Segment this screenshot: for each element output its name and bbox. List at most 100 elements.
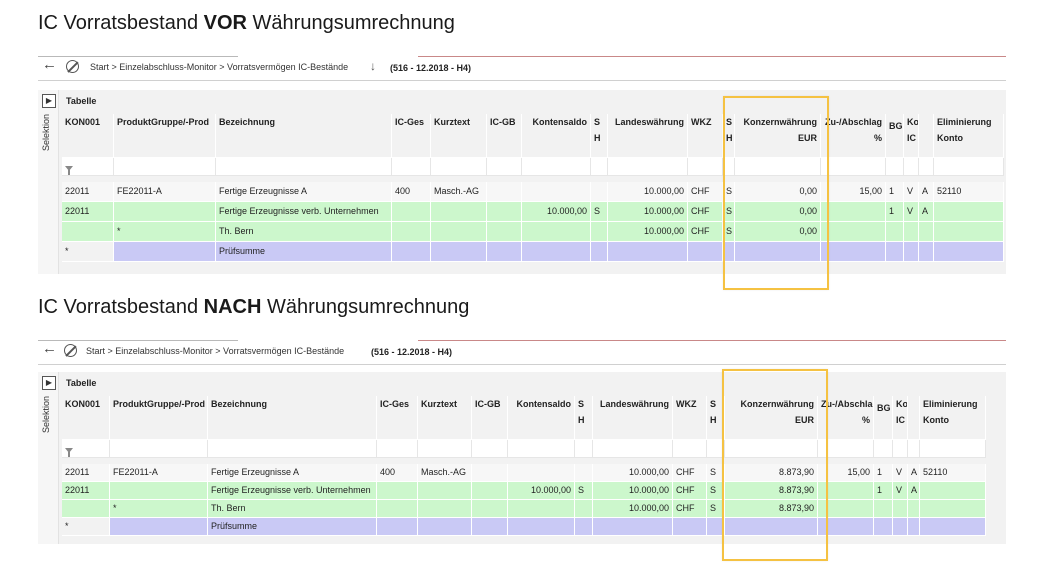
table-cell-landeswaehrung[interactable]: 10.000,00: [593, 482, 673, 500]
table-cell-konto-flag[interactable]: [908, 518, 920, 536]
filter-cell[interactable]: [725, 440, 818, 458]
column-header-konzernwaehrung[interactable]: Konzernwährung EUR: [735, 114, 821, 158]
table-cell-konzernwaehrung[interactable]: [735, 242, 821, 262]
table-cell-kurztext[interactable]: Masch.-AG: [418, 464, 472, 482]
table-cell-ic-ges[interactable]: [392, 242, 431, 262]
cancel-icon[interactable]: [64, 344, 77, 357]
table-cell-ic-ges[interactable]: 400: [377, 464, 418, 482]
table-cell-sh[interactable]: [591, 222, 608, 242]
selection-toggle-icon[interactable]: ▶: [42, 376, 56, 390]
table-cell-sh2[interactable]: S: [707, 500, 725, 518]
filter-cell[interactable]: [920, 440, 986, 458]
column-header-bg[interactable]: BG: [886, 114, 904, 158]
filter-cell[interactable]: [62, 158, 114, 176]
filter-cell[interactable]: [392, 158, 431, 176]
column-header-landeswaehrung[interactable]: Landeswährung: [608, 114, 688, 158]
table-cell-bg[interactable]: [886, 222, 904, 242]
filter-cell[interactable]: [208, 440, 377, 458]
table-cell-ic-ges[interactable]: [377, 482, 418, 500]
table-cell-ic-ges[interactable]: [377, 500, 418, 518]
table-cell-konzernwaehrung[interactable]: [725, 518, 818, 536]
table-cell-ic-gb[interactable]: [472, 464, 508, 482]
table-cell-konto-flag[interactable]: A: [908, 482, 920, 500]
filter-cell[interactable]: [472, 440, 508, 458]
table-cell-kontensaldo[interactable]: [508, 518, 575, 536]
table-cell-kon001[interactable]: 22011: [62, 464, 110, 482]
column-header-produktgruppe[interactable]: ProduktGruppe/-Prod: [114, 114, 216, 158]
filter-cell[interactable]: [818, 440, 874, 458]
table-cell-produktgruppe[interactable]: *: [110, 500, 208, 518]
column-header-ic-gb[interactable]: IC-GB: [472, 396, 508, 440]
column-header-zu-abschlag[interactable]: Zu-/Abschlag%: [821, 114, 886, 158]
table-cell-kontensaldo[interactable]: [522, 222, 591, 242]
column-header-landeswaehrung[interactable]: Landeswährung: [593, 396, 673, 440]
table-cell-bezeichnung[interactable]: Fertige Erzeugnisse A: [216, 182, 392, 202]
table-cell-sh2[interactable]: S: [723, 182, 735, 202]
column-header-kontensaldo[interactable]: Kontensaldo: [508, 396, 575, 440]
filter-cell[interactable]: [673, 440, 707, 458]
selection-label[interactable]: Selektion: [41, 396, 51, 433]
table-cell-wkz[interactable]: CHF: [688, 222, 723, 242]
selection-label[interactable]: Selektion: [41, 114, 51, 151]
column-header-kurztext[interactable]: Kurztext: [418, 396, 472, 440]
table-cell-landeswaehrung[interactable]: 10.000,00: [608, 222, 688, 242]
table-cell-eliminierung-konto[interactable]: [920, 518, 986, 536]
filter-cell[interactable]: [723, 158, 735, 176]
table-cell-produktgruppe[interactable]: FE22011-A: [110, 464, 208, 482]
table-cell-eliminierung-konto[interactable]: [934, 242, 1004, 262]
table-cell-produktgruppe[interactable]: [110, 482, 208, 500]
table-cell-zu-abschlag[interactable]: [821, 222, 886, 242]
table-cell-kontensaldo[interactable]: 10.000,00: [522, 202, 591, 222]
table-cell-sh2[interactable]: [723, 242, 735, 262]
table-cell-ic[interactable]: [893, 518, 908, 536]
table-cell-sh2[interactable]: S: [707, 482, 725, 500]
table-cell-wkz[interactable]: CHF: [688, 182, 723, 202]
filter-cell[interactable]: [418, 440, 472, 458]
table-cell-kon001[interactable]: 22011: [62, 482, 110, 500]
table-cell-konto-flag[interactable]: [908, 500, 920, 518]
table-cell-produktgruppe[interactable]: [114, 202, 216, 222]
column-header-bezeichnung[interactable]: Bezeichnung: [208, 396, 377, 440]
back-arrow-icon[interactable]: ←: [42, 57, 57, 72]
column-header-kurztext[interactable]: Kurztext: [431, 114, 487, 158]
table-cell-sh[interactable]: S: [575, 482, 593, 500]
table-cell-ic-gb[interactable]: [472, 518, 508, 536]
table-cell-ic-ges[interactable]: [392, 202, 431, 222]
table-cell-wkz[interactable]: [688, 242, 723, 262]
table-cell-zu-abschlag[interactable]: 15,00: [818, 464, 874, 482]
column-header-zu-abschlag[interactable]: Zu-/Abschlag%: [818, 396, 874, 440]
table-cell-ic[interactable]: [893, 500, 908, 518]
column-header-bezeichnung[interactable]: Bezeichnung: [216, 114, 392, 158]
table-cell-produktgruppe[interactable]: *: [114, 222, 216, 242]
filter-cell[interactable]: [919, 158, 934, 176]
table-cell-bg[interactable]: 1: [874, 464, 893, 482]
table-cell-kon001[interactable]: 22011: [62, 202, 114, 222]
table-cell-kon001[interactable]: *: [62, 518, 110, 536]
table-cell-landeswaehrung[interactable]: 10.000,00: [608, 182, 688, 202]
table-cell-zu-abschlag[interactable]: [818, 482, 874, 500]
filter-cell[interactable]: [608, 158, 688, 176]
column-header-kon001[interactable]: KON001: [62, 114, 114, 158]
table-cell-konto-flag[interactable]: A: [919, 202, 934, 222]
table-cell-konzernwaehrung[interactable]: 8.873,90: [725, 500, 818, 518]
table-cell-konto-flag[interactable]: A: [908, 464, 920, 482]
table-cell-bg[interactable]: [874, 518, 893, 536]
table-cell-kontensaldo[interactable]: [508, 500, 575, 518]
filter-cell[interactable]: [893, 440, 908, 458]
table-cell-kon001[interactable]: 22011: [62, 182, 114, 202]
filter-cell[interactable]: [110, 440, 208, 458]
table-cell-bezeichnung[interactable]: Th. Bern: [208, 500, 377, 518]
table-cell-sh[interactable]: S: [591, 202, 608, 222]
table-cell-bg[interactable]: 1: [874, 482, 893, 500]
table-cell-bezeichnung[interactable]: Th. Bern: [216, 222, 392, 242]
table-cell-ic-ges[interactable]: [377, 518, 418, 536]
table-cell-bg[interactable]: 1: [886, 202, 904, 222]
table-cell-zu-abschlag[interactable]: [818, 518, 874, 536]
table-cell-sh[interactable]: [575, 518, 593, 536]
filter-cell[interactable]: [508, 440, 575, 458]
column-header-konzernwaehrung[interactable]: Konzernwährung EUR: [725, 396, 818, 440]
table-cell-ic-gb[interactable]: [487, 242, 522, 262]
table-cell-kontensaldo[interactable]: [522, 182, 591, 202]
column-header-bg[interactable]: BG: [874, 396, 893, 440]
table-cell-bezeichnung[interactable]: Fertige Erzeugnisse verb. Unternehmen: [208, 482, 377, 500]
